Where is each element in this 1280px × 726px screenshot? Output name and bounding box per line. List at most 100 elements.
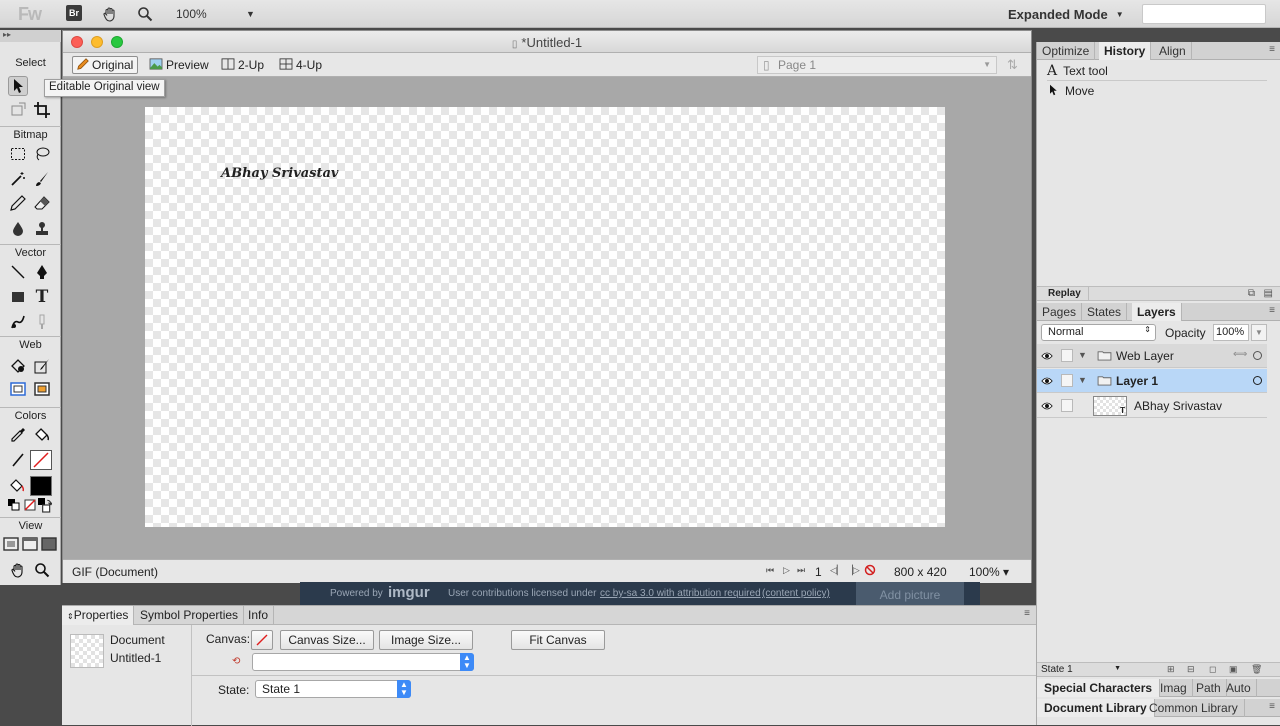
hand-tool-icon[interactable] [8, 560, 28, 580]
tab-4-up[interactable]: 4-Up [275, 56, 326, 74]
stop-icon[interactable] [864, 564, 876, 579]
layer-row-layer-1[interactable]: ▼ Layer 1 [1037, 369, 1267, 393]
search-input[interactable] [1142, 4, 1266, 24]
eraser-tool-icon[interactable] [32, 193, 52, 213]
text-tool-icon[interactable]: T [32, 287, 52, 307]
play-icon[interactable]: ▷ [783, 565, 790, 576]
rotate-canvas-icon[interactable]: ⟲ [232, 656, 240, 667]
canvas-rotate-select[interactable]: ▲ ▼ [252, 653, 474, 671]
lock-toggle[interactable] [1061, 374, 1073, 387]
tab-history[interactable]: History [1099, 42, 1152, 60]
rectangle-tool-icon[interactable] [8, 287, 28, 307]
rubber-stamp-icon[interactable] [32, 219, 52, 239]
hide-slices-icon[interactable] [8, 379, 28, 399]
tab-states[interactable]: States [1082, 303, 1128, 321]
crop-tool-icon[interactable] [32, 100, 52, 120]
zoom-tool-icon[interactable] [32, 560, 52, 580]
opacity-input[interactable]: 100% [1213, 324, 1249, 341]
layer-target-icon[interactable] [1253, 376, 1262, 385]
show-slices-icon[interactable] [32, 379, 52, 399]
blend-mode-select[interactable]: Normal ⇕ [1041, 324, 1156, 341]
panel-menu-icon[interactable]: ≡ [1269, 44, 1275, 55]
page-export-icon[interactable]: ⇅ [1007, 57, 1018, 73]
eye-icon[interactable] [1041, 375, 1053, 389]
pen-tool-icon[interactable] [32, 262, 52, 282]
zoom-icon[interactable] [137, 4, 153, 24]
full-screen-mode-icon[interactable] [40, 534, 58, 554]
slice-tool-icon[interactable] [32, 356, 52, 376]
swap-colors-icon[interactable] [38, 498, 52, 513]
hotspot-tool-icon[interactable] [8, 356, 28, 376]
eyedropper-icon[interactable] [8, 425, 28, 445]
lasso-tool-icon[interactable] [32, 144, 52, 164]
chevron-down-icon[interactable]: ▼ [246, 4, 255, 24]
tab-align[interactable]: Align [1154, 42, 1192, 60]
magic-wand-icon[interactable] [8, 169, 28, 189]
first-frame-icon[interactable]: ⏮ [766, 565, 774, 576]
hand-icon[interactable] [102, 4, 118, 24]
canvas[interactable]: ABhay Srivastav [145, 107, 945, 527]
add-picture-button[interactable]: Add picture [856, 582, 964, 606]
delete-layer-icon[interactable]: 🗑 [1251, 664, 1262, 675]
lock-toggle[interactable] [1061, 399, 1073, 412]
tab-common-library[interactable]: Common Library [1143, 699, 1245, 717]
eye-icon[interactable] [1041, 350, 1053, 364]
content-policy-link[interactable]: (content policy) [762, 588, 830, 599]
tab-2-up[interactable]: 2-Up [217, 56, 268, 74]
panel-menu-icon[interactable]: ≡ [1024, 608, 1030, 619]
zoom-level[interactable]: 100% [176, 4, 207, 24]
tab-document-library[interactable]: Document Library [1037, 699, 1155, 717]
tab-preview[interactable]: Preview [145, 56, 213, 74]
stroke-color-swatch[interactable] [30, 450, 52, 470]
history-item[interactable]: A Text tool [1047, 61, 1267, 81]
fit-canvas-button[interactable]: Fit Canvas [511, 630, 605, 650]
layer-row-text-object[interactable]: T ABhay Srivastav [1037, 394, 1267, 418]
collapse-icon[interactable]: ▼ [1078, 350, 1087, 360]
opacity-chevron-icon[interactable]: ▼ [1251, 324, 1267, 341]
tab-pages[interactable]: Pages [1037, 303, 1083, 321]
panel-menu-icon[interactable]: ≡ [1269, 305, 1275, 316]
scale-tool-icon[interactable] [8, 100, 28, 120]
tab-properties[interactable]: ⇕Properties [62, 606, 135, 625]
tab-optimize[interactable]: Optimize [1037, 42, 1096, 60]
layer-row-web[interactable]: ▼ Web Layer ⟺ [1037, 344, 1267, 368]
collapse-icon[interactable]: ▼ [1078, 375, 1087, 385]
previous-frame-icon[interactable]: ◁▏ [830, 565, 844, 576]
new-sub-layer-icon[interactable]: ⊞ [1167, 664, 1175, 675]
layer-target-icon[interactable] [1253, 351, 1262, 360]
next-frame-icon[interactable]: ▕▷ [846, 565, 860, 576]
standard-screen-mode-icon[interactable] [2, 534, 20, 554]
lock-toggle[interactable] [1061, 349, 1073, 362]
canvas-area[interactable]: ABhay Srivastav [63, 78, 1031, 558]
brush-tool-icon[interactable] [32, 169, 52, 189]
tab-auto-shape[interactable]: Auto [1221, 679, 1257, 697]
tab-symbol-properties[interactable]: Symbol Properties [135, 606, 245, 625]
panel-grip[interactable]: ▸▸ [0, 30, 61, 42]
image-size-button[interactable]: Image Size... [379, 630, 473, 650]
canvas-size-button[interactable]: Canvas Size... [280, 630, 374, 650]
fill-color-swatch[interactable] [30, 476, 52, 496]
line-tool-icon[interactable] [8, 262, 28, 282]
maximized-screen-mode-icon[interactable] [21, 534, 39, 554]
state-select[interactable]: State 1 ▼ [1041, 664, 1121, 675]
new-bitmap-icon[interactable]: ▣ [1229, 664, 1238, 675]
share-layer-icon[interactable]: ⟺ [1233, 349, 1247, 360]
magnification-select[interactable]: 100% ▾ [969, 565, 1009, 579]
new-layer-icon[interactable]: ⊟ [1187, 664, 1195, 675]
eye-icon[interactable] [1041, 400, 1053, 414]
history-item[interactable]: Move [1047, 81, 1267, 101]
tab-image-editing[interactable]: Imag [1155, 679, 1193, 697]
knife-tool-icon[interactable] [32, 312, 52, 332]
tab-special-characters[interactable]: Special Characters [1037, 679, 1161, 697]
default-colors-icon[interactable] [8, 498, 20, 512]
workspace-mode[interactable]: Expanded Mode ▼ [1008, 4, 1124, 24]
license-link[interactable]: cc by-sa 3.0 with attribution required [600, 588, 761, 599]
marquee-tool-icon[interactable] [8, 144, 28, 164]
blur-tool-icon[interactable] [8, 219, 28, 239]
canvas-text-object[interactable]: ABhay Srivastav [221, 166, 338, 181]
copy-steps-icon[interactable]: ⧉ [1248, 288, 1255, 299]
page-select[interactable]: ▯ Page 1 ▼ [757, 56, 997, 74]
tab-layers[interactable]: Layers [1132, 303, 1182, 321]
paint-bucket-icon[interactable] [32, 425, 52, 445]
save-steps-icon[interactable]: ▤ [1264, 288, 1273, 299]
